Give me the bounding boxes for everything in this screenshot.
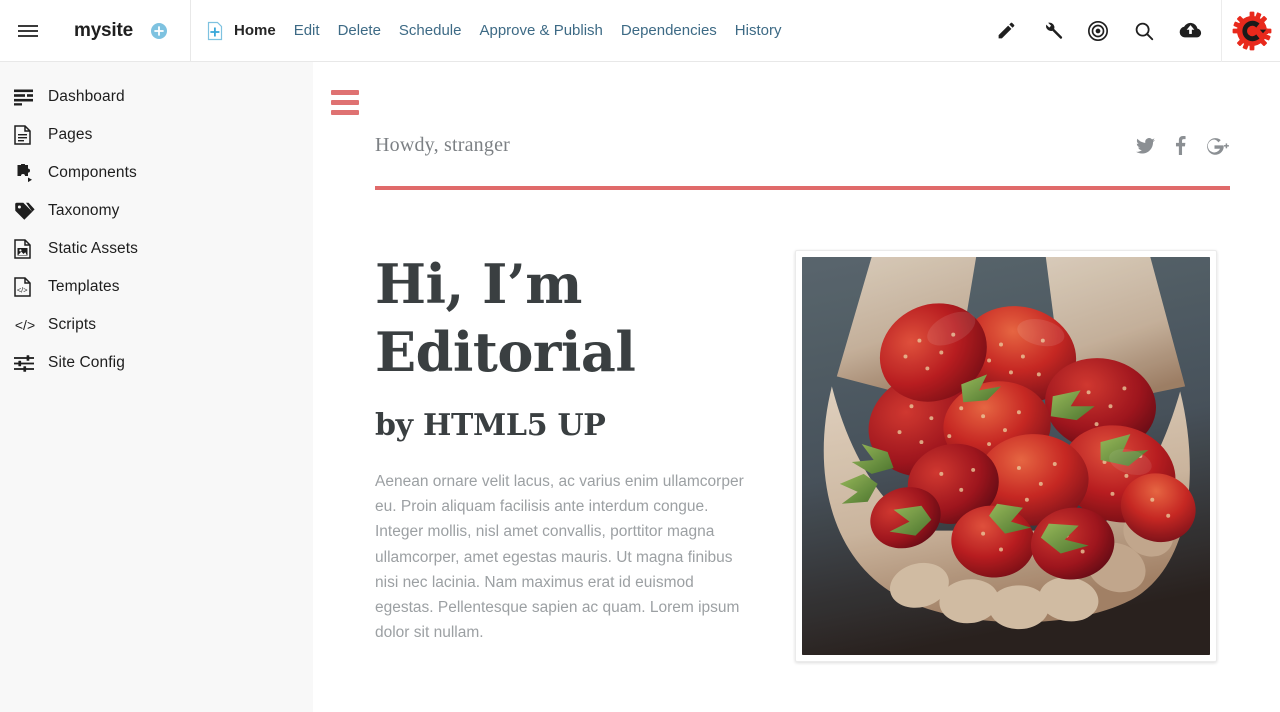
sidebar-item-label: Scripts	[48, 316, 97, 333]
sidebar-item-label: Taxonomy	[48, 202, 120, 219]
search-icon[interactable]	[1121, 0, 1167, 62]
accent-divider	[375, 186, 1230, 190]
page-subtitle: by HTML5 UP	[375, 408, 606, 443]
sidebar-item-static-assets[interactable]: Static Assets	[0, 230, 313, 268]
page-paragraph: Aenean ornare velit lacus, ac varius eni…	[375, 473, 744, 642]
tag-icon	[14, 199, 40, 223]
target-icon[interactable]	[1075, 0, 1121, 62]
page-title: Hi, I’m Editorial	[375, 252, 636, 384]
toolbar-link-dependencies[interactable]: Dependencies	[612, 22, 726, 39]
hamburger-icon	[18, 34, 38, 37]
toolbar-link-home[interactable]: Home	[234, 22, 285, 39]
sidebar: Dashboard Pages Components Taxonomy Stat…	[0, 62, 313, 712]
menu-toggle-button[interactable]	[0, 0, 56, 62]
preview-content: Hi, I’m Editorial by HTML5 UP Aenean orn…	[375, 250, 1235, 662]
sidebar-item-pages[interactable]: Pages	[0, 116, 313, 154]
preview-header: Howdy, stranger	[375, 134, 1230, 157]
sidebar-item-label: Dashboard	[48, 88, 125, 105]
toolbar-right-icons	[983, 0, 1280, 62]
page-actions-toolbar: Home Edit Delete Schedule Approve & Publ…	[205, 0, 790, 62]
dashboard-icon	[14, 85, 40, 109]
sidebar-item-label: Pages	[48, 126, 93, 143]
social-links	[1136, 136, 1230, 155]
code-brackets-icon: </>	[14, 313, 40, 337]
svg-text:</>: </>	[15, 317, 35, 333]
sidebar-item-templates[interactable]: </> Templates	[0, 268, 313, 306]
toolbar-divider	[190, 0, 192, 62]
site-preview-panel: Howdy, stranger Hi, I’m Editorial by HTM…	[313, 62, 1280, 712]
sidebar-item-label: Components	[48, 164, 137, 181]
sidebar-item-site-config[interactable]: Site Config	[0, 344, 313, 382]
toolbar-link-approve-publish[interactable]: Approve & Publish	[470, 22, 611, 39]
puzzle-icon	[14, 161, 40, 185]
photo-canvas	[802, 257, 1210, 655]
sidebar-item-label: Site Config	[48, 354, 125, 371]
toolbar-divider	[1221, 0, 1222, 62]
strawberries-photo	[795, 250, 1217, 662]
hamburger-icon	[18, 29, 38, 32]
page-add-icon	[205, 21, 225, 41]
site-name[interactable]: mysite	[74, 20, 133, 42]
crafter-logo-icon[interactable]	[1224, 0, 1280, 62]
toolbar-link-history[interactable]: History	[726, 22, 791, 39]
sidebar-item-taxonomy[interactable]: Taxonomy	[0, 192, 313, 230]
hamburger-icon	[331, 100, 359, 105]
code-file-icon: </>	[14, 275, 40, 299]
hamburger-icon	[18, 24, 38, 27]
sidebar-item-label: Templates	[48, 278, 120, 295]
plus-circle-icon[interactable]	[150, 22, 168, 40]
twitter-icon[interactable]	[1136, 137, 1155, 154]
svg-text:</>: </>	[17, 285, 28, 294]
sidebar-item-components[interactable]: Components	[0, 154, 313, 192]
toolbar-link-schedule[interactable]: Schedule	[390, 22, 471, 39]
sliders-icon	[14, 351, 40, 375]
google-plus-icon[interactable]	[1206, 137, 1230, 155]
toolbar-link-edit[interactable]: Edit	[285, 22, 329, 39]
preview-menu-button[interactable]	[331, 90, 359, 120]
page-icon	[14, 123, 40, 147]
wrench-icon[interactable]	[1029, 0, 1075, 62]
facebook-icon[interactable]	[1175, 136, 1186, 155]
toolbar-link-delete[interactable]: Delete	[329, 22, 390, 39]
top-toolbar: mysite Home Edit Delete Schedule Approve…	[0, 0, 1280, 62]
image-file-icon	[14, 237, 40, 261]
pencil-icon[interactable]	[983, 0, 1029, 62]
sidebar-item-dashboard[interactable]: Dashboard	[0, 78, 313, 116]
greeting-text: Howdy, stranger	[375, 134, 511, 156]
hamburger-icon	[331, 90, 359, 95]
sidebar-item-label: Static Assets	[48, 240, 139, 257]
hamburger-icon	[331, 110, 359, 115]
sidebar-item-scripts[interactable]: </> Scripts	[0, 306, 313, 344]
preview-text-column: Hi, I’m Editorial by HTML5 UP Aenean orn…	[375, 250, 795, 662]
cloud-upload-icon[interactable]	[1167, 0, 1213, 62]
